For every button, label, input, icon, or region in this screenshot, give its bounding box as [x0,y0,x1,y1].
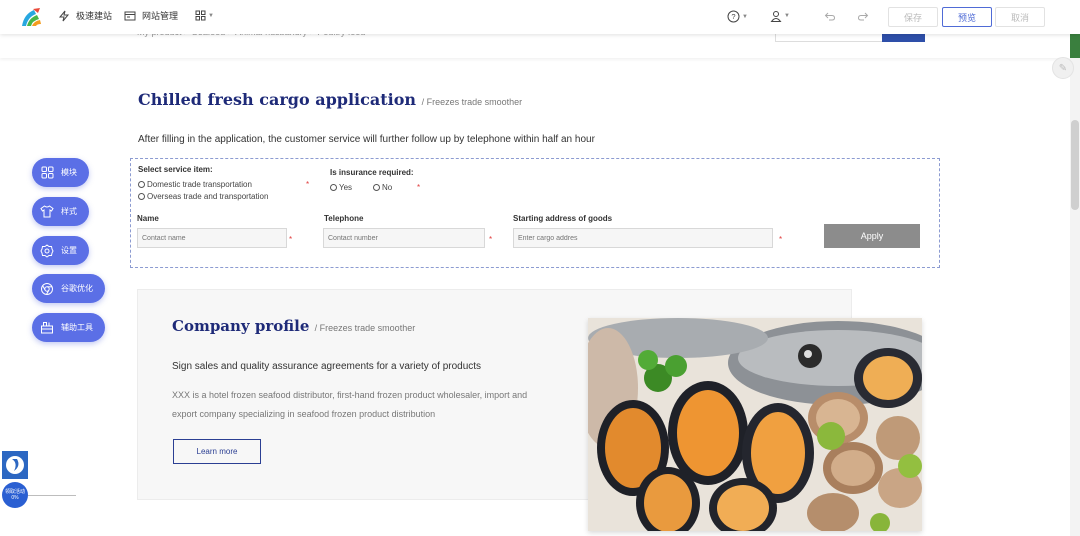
redo-button[interactable] [857,10,869,22]
profile-headline: Sign sales and quality assurance agreeme… [172,361,482,372]
chat-widget[interactable] [2,451,28,479]
settings-label: 设置 [61,246,77,255]
apply-button[interactable]: Apply [824,224,920,248]
required-mark: * [779,235,783,244]
undo-button[interactable] [824,10,836,22]
progress-line [28,495,76,496]
preview-button[interactable]: 预览 [942,7,992,27]
lightning-icon [58,10,70,21]
user-menu[interactable]: ▼ [770,10,790,22]
insurance-option-yes[interactable]: Yes [330,183,352,192]
google-seo-button[interactable]: 谷歌优化 [32,274,105,303]
radio-icon [373,184,380,191]
radio-icon [330,184,337,191]
shirt-icon [39,204,55,220]
tools-button[interactable]: 辅助工具 [32,313,105,342]
address-label: Starting address of goods [513,214,613,223]
chevron-down-icon: ▼ [742,13,748,20]
application-form [130,158,940,268]
apps-menu[interactable]: ▼ [195,10,214,21]
application-intro: After filling in the application, the cu… [138,134,595,145]
save-button[interactable]: 保存 [888,7,938,27]
styles-label: 样式 [61,207,77,216]
profile-description: XXX is a hotel frozen seafood distributo… [172,390,528,419]
modules-label: 模块 [61,168,77,177]
apps-grid-icon [195,10,206,21]
redo-icon [857,12,869,21]
phone-input[interactable] [323,228,485,248]
browser-window-icon [124,11,136,20]
service-option-label: Domestic trade transportation [147,180,252,189]
toolbox-icon [39,320,55,336]
name-input[interactable] [137,228,287,248]
name-label: Name [137,214,159,223]
radio-icon [138,181,145,188]
application-title: Chilled fresh cargo application / Freeze… [138,90,522,109]
settings-button[interactable]: 设置 [32,236,89,265]
quick-build-menu[interactable]: 极速建站 [58,9,112,22]
svg-text:?: ? [731,12,735,21]
user-icon [770,11,782,22]
service-option-overseas[interactable]: Overseas trade and transportation [138,192,268,201]
styles-button[interactable]: 样式 [32,197,89,226]
phone-label: Telephone [324,214,364,223]
insurance-option-label: Yes [339,183,353,192]
chat-logo-icon [6,456,24,474]
site-logo[interactable] [20,6,42,28]
required-mark: * [489,235,493,244]
site-manage-label: 网站管理 [142,11,179,21]
radio-icon [138,193,145,200]
service-option-label: Overseas trade and transportation [147,192,269,201]
service-option-domestic[interactable]: Domestic trade transportation [138,180,252,189]
insurance-option-label: No [382,183,393,192]
required-mark: * [289,235,293,244]
chevron-down-icon: ▼ [784,13,790,19]
google-seo-label: 谷歌优化 [61,284,93,293]
modules-button[interactable]: 模块 [32,158,89,187]
scrollbar-thumb[interactable] [1071,120,1079,210]
address-input[interactable] [513,228,773,248]
gear-icon [39,243,55,259]
seafood-photo [588,318,922,531]
corner-tool-icon[interactable]: ✎ [1052,57,1074,79]
side-tab[interactable] [1070,34,1080,58]
tools-label: 辅助工具 [61,323,93,332]
chevron-down-icon: ▼ [208,12,214,19]
profile-subtitle: / Freezes trade smoother [314,323,416,333]
service-label: Select service item: [138,165,213,174]
profile-title-text: Company profile [172,317,310,335]
site-manage-menu[interactable]: 网站管理 [124,9,178,22]
page-scrollbar[interactable] [1070,34,1080,536]
insurance-option-no[interactable]: No [373,183,392,192]
profile-title: Company profile / Freezes trade smoother [172,317,415,335]
application-subtitle: / Freezes trade smoother [421,97,523,107]
top-toolbar: 极速建站 网站管理 ▼ ? ▼ ▼ 保存 预览 取消 [0,0,1080,34]
quick-build-label: 极速建站 [76,11,113,21]
insurance-label: Is insurance required: [330,168,414,177]
required-mark: * [417,183,421,192]
grid-icon [39,165,55,181]
help-icon: ? [727,10,740,23]
help-menu[interactable]: ? ▼ [727,10,748,23]
progress-badge[interactable]: 领取活动 0% [2,482,28,508]
application-title-text: Chilled fresh cargo application [138,90,416,109]
chrome-icon [39,281,55,297]
progress-badge-value: 0% [11,495,19,501]
undo-icon [824,12,836,21]
learn-more-button[interactable]: Learn more [173,439,261,464]
required-mark: * [306,180,310,189]
cancel-button[interactable]: 取消 [995,7,1045,27]
